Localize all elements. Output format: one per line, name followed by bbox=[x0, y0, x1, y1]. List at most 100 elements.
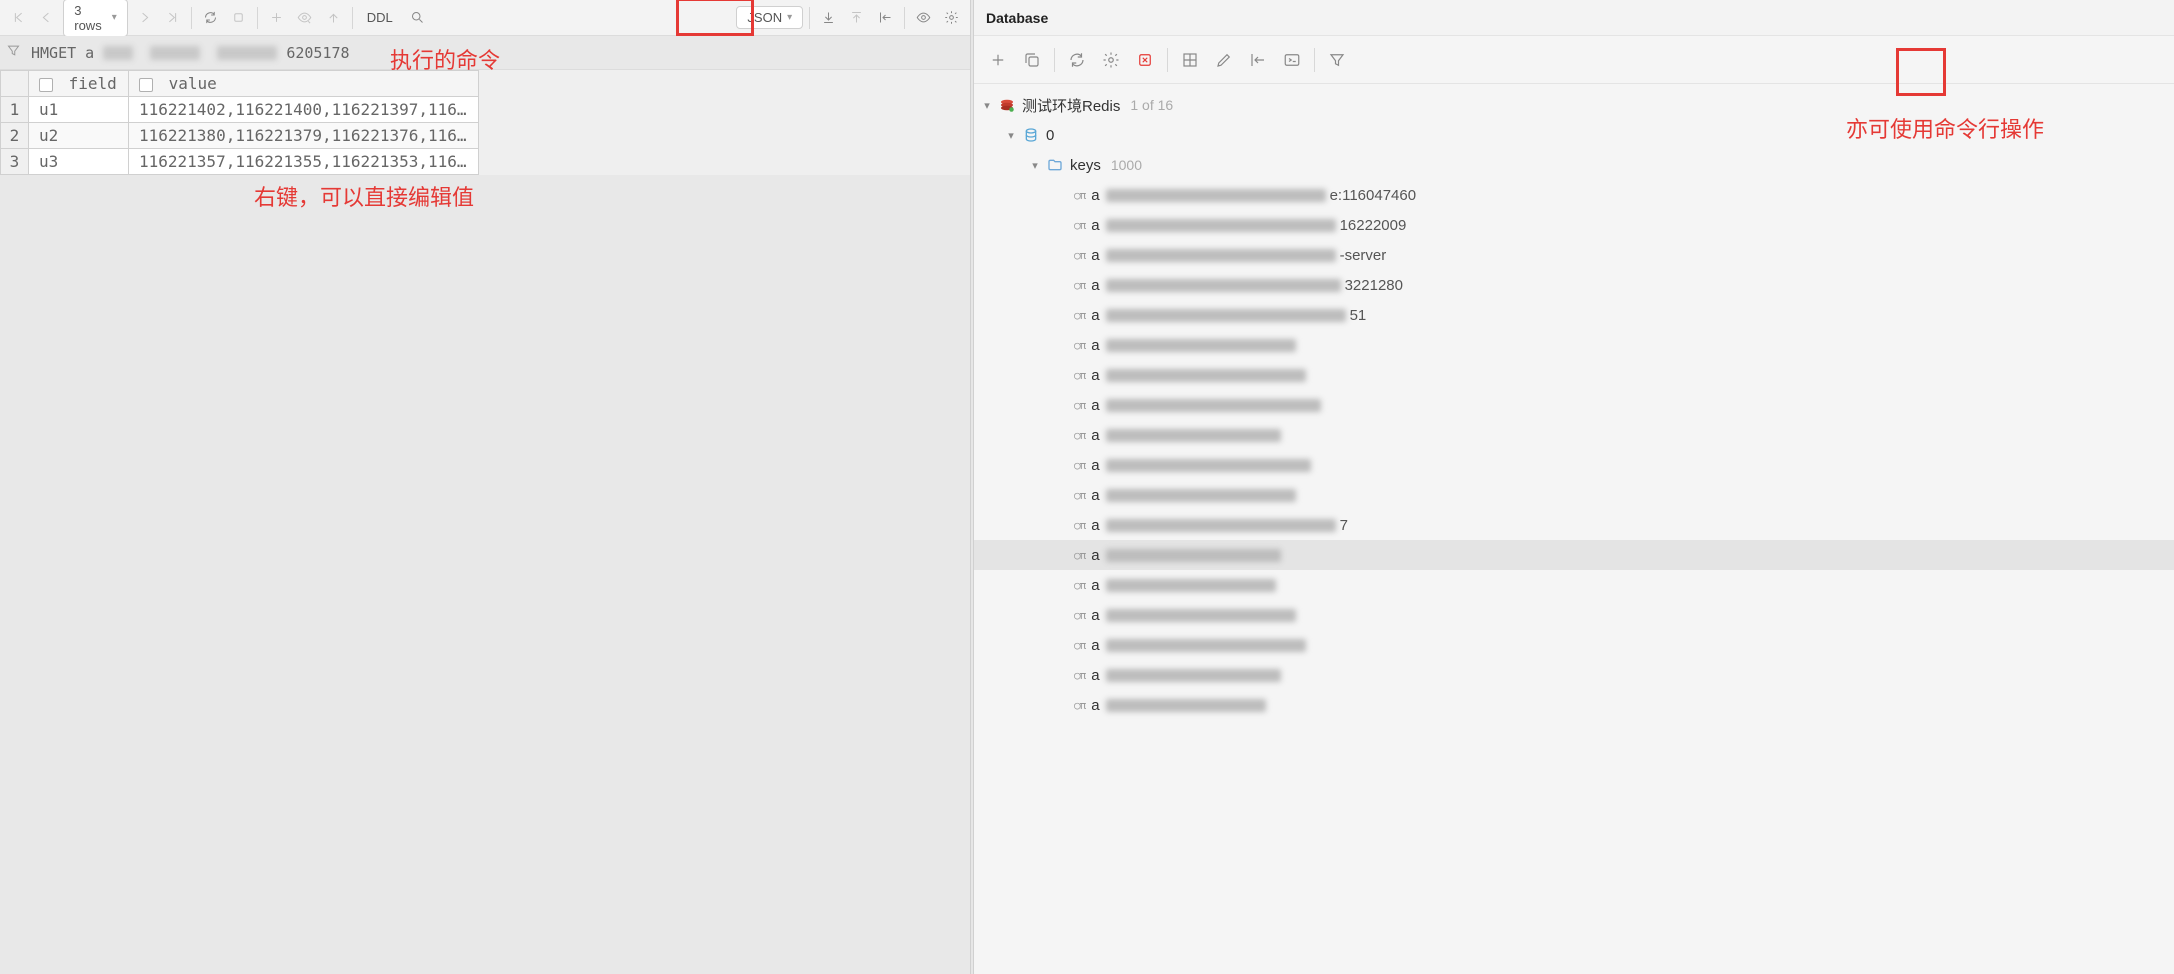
rownum-cell[interactable]: 1 bbox=[1, 97, 29, 123]
key-suffix: e:116047460 bbox=[1330, 187, 1416, 204]
last-page-button[interactable] bbox=[160, 4, 185, 32]
submit-button[interactable] bbox=[321, 4, 346, 32]
search-button[interactable] bbox=[405, 4, 430, 32]
download-button[interactable] bbox=[816, 4, 841, 32]
rownum-cell[interactable]: 2 bbox=[1, 123, 29, 149]
key-node[interactable]: ○πa51 bbox=[974, 300, 2174, 330]
key-suffix: 7 bbox=[1340, 517, 1348, 534]
key-icon: ○π bbox=[1074, 249, 1085, 262]
key-node[interactable]: ○πae:116047460 bbox=[974, 180, 2174, 210]
value-cell[interactable]: 116221402,116221400,116221397,116… bbox=[129, 97, 479, 123]
redacted-key-text bbox=[1106, 699, 1266, 712]
key-node[interactable]: ○πa bbox=[974, 660, 2174, 690]
refresh-button[interactable] bbox=[198, 4, 223, 32]
key-icon: ○π bbox=[1074, 609, 1085, 622]
field-cell[interactable]: u1 bbox=[29, 97, 129, 123]
disconnect-button[interactable] bbox=[1129, 44, 1161, 76]
key-node[interactable]: ○πa bbox=[974, 420, 2174, 450]
key-node[interactable]: ○πa7 bbox=[974, 510, 2174, 540]
add-datasource-button[interactable] bbox=[982, 44, 1014, 76]
table-row[interactable]: 1u1116221402,116221400,116221397,116… bbox=[1, 97, 479, 123]
redacted-key-text bbox=[1106, 609, 1296, 622]
stop-button[interactable] bbox=[227, 4, 252, 32]
database-panel-title: Database bbox=[974, 0, 2174, 36]
duplicate-button[interactable] bbox=[1016, 44, 1048, 76]
key-node[interactable]: ○πa16222009 bbox=[974, 210, 2174, 240]
redacted-key-text bbox=[1106, 519, 1336, 532]
redacted-key-text bbox=[1106, 489, 1296, 502]
keys-folder-node[interactable]: ▾ keys 1000 bbox=[974, 150, 2174, 180]
ddl-button[interactable]: DDL bbox=[359, 7, 401, 28]
key-node[interactable]: ○πa bbox=[974, 570, 2174, 600]
redacted-key-text bbox=[1106, 369, 1306, 382]
first-page-button[interactable] bbox=[6, 4, 31, 32]
import-button[interactable] bbox=[873, 4, 898, 32]
column-value-header[interactable]: value bbox=[129, 71, 479, 97]
table-row[interactable]: 2u2116221380,116221379,116221376,116… bbox=[1, 123, 479, 149]
next-page-button[interactable] bbox=[132, 4, 157, 32]
column-field-header[interactable]: field bbox=[29, 71, 129, 97]
key-node[interactable]: ○πa bbox=[974, 330, 2174, 360]
separator bbox=[1054, 48, 1055, 72]
table-row[interactable]: 3u3116221357,116221355,116221353,116… bbox=[1, 149, 479, 175]
key-node[interactable]: ○πa bbox=[974, 600, 2174, 630]
keys-count: 1000 bbox=[1111, 157, 1142, 173]
settings-button[interactable] bbox=[939, 4, 964, 32]
key-icon: ○π bbox=[1074, 189, 1085, 202]
field-cell[interactable]: u2 bbox=[29, 123, 129, 149]
field-cell[interactable]: u3 bbox=[29, 149, 129, 175]
key-node[interactable]: ○πa bbox=[974, 540, 2174, 570]
datasource-node[interactable]: ▾ 测试环境Redis 1 of 16 bbox=[974, 90, 2174, 120]
command-bar[interactable]: HMGET a 6205178 bbox=[0, 36, 970, 70]
expand-icon[interactable]: ▾ bbox=[1002, 129, 1020, 142]
view-button[interactable] bbox=[911, 4, 936, 32]
key-node[interactable]: ○πa bbox=[974, 450, 2174, 480]
key-icon: ○π bbox=[1074, 459, 1085, 472]
rownum-header[interactable] bbox=[1, 71, 29, 97]
key-node[interactable]: ○πa bbox=[974, 690, 2174, 720]
separator bbox=[191, 7, 192, 29]
preview-button[interactable] bbox=[293, 4, 318, 32]
key-node[interactable]: ○πa bbox=[974, 480, 2174, 510]
key-prefix: a bbox=[1091, 247, 1099, 264]
key-prefix: a bbox=[1091, 487, 1099, 504]
key-prefix: a bbox=[1091, 277, 1099, 294]
rownum-cell[interactable]: 3 bbox=[1, 149, 29, 175]
separator bbox=[352, 7, 353, 29]
datasource-settings-button[interactable] bbox=[1095, 44, 1127, 76]
table-view-button[interactable] bbox=[1174, 44, 1206, 76]
key-node[interactable]: ○π a -server bbox=[974, 240, 2174, 270]
prev-page-button[interactable] bbox=[35, 4, 60, 32]
format-label: JSON bbox=[747, 10, 782, 25]
key-suffix: -server bbox=[1340, 247, 1387, 264]
redis-icon bbox=[996, 96, 1018, 114]
value-cell[interactable]: 116221380,116221379,116221376,116… bbox=[129, 123, 479, 149]
refresh-button[interactable] bbox=[1061, 44, 1093, 76]
expand-icon[interactable]: ▾ bbox=[1026, 159, 1044, 172]
db-node[interactable]: ▾ 0 bbox=[974, 120, 2174, 150]
key-suffix: 3221280 bbox=[1345, 277, 1403, 294]
upload-button[interactable] bbox=[845, 4, 870, 32]
edit-button[interactable] bbox=[1208, 44, 1240, 76]
redacted-key-text bbox=[1106, 189, 1326, 202]
checkbox-icon[interactable] bbox=[39, 78, 53, 92]
add-row-button[interactable] bbox=[264, 4, 289, 32]
key-node[interactable]: ○πa bbox=[974, 360, 2174, 390]
value-cell[interactable]: 116221357,116221355,116221353,116… bbox=[129, 149, 479, 175]
rows-dropdown[interactable]: 3 rows ▾ bbox=[63, 0, 128, 37]
key-node[interactable]: ○πa bbox=[974, 630, 2174, 660]
separator bbox=[809, 7, 810, 29]
redacted-key-text bbox=[1106, 309, 1346, 322]
jump-to-button[interactable] bbox=[1242, 44, 1274, 76]
key-node[interactable]: ○πa bbox=[974, 390, 2174, 420]
key-prefix: a bbox=[1091, 367, 1099, 384]
expand-icon[interactable]: ▾ bbox=[978, 99, 996, 112]
annotation-edit: 右键，可以直接编辑值 bbox=[254, 180, 474, 212]
key-node[interactable]: ○πa3221280 bbox=[974, 270, 2174, 300]
checkbox-icon[interactable] bbox=[139, 78, 153, 92]
redacted-key-text bbox=[1106, 249, 1336, 262]
filter-button[interactable] bbox=[1321, 44, 1353, 76]
key-icon: ○π bbox=[1074, 549, 1085, 562]
console-button[interactable] bbox=[1276, 44, 1308, 76]
format-dropdown[interactable]: JSON ▾ bbox=[736, 6, 803, 29]
